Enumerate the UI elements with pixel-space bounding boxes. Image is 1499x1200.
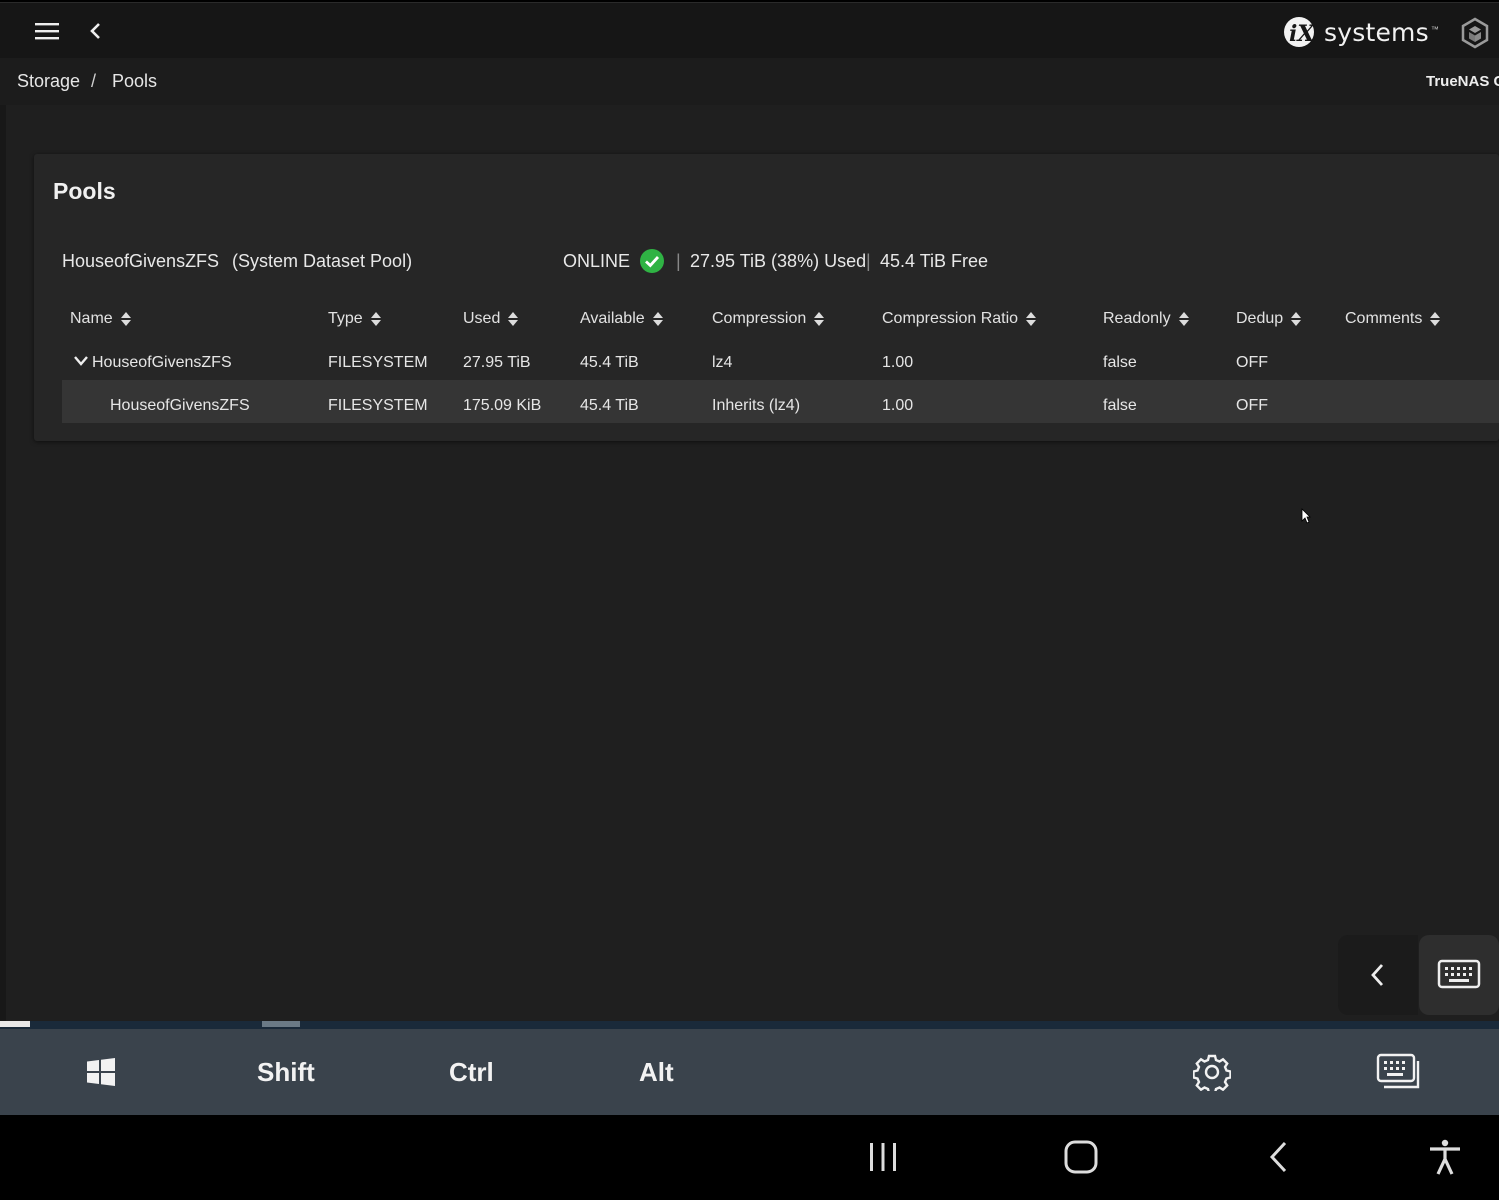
cell-readonly: false (1103, 397, 1137, 414)
sort-arrows-icon (1026, 312, 1037, 326)
keyboard-layout-icon[interactable] (1376, 1053, 1420, 1089)
floating-controls (1338, 935, 1499, 1015)
modifier-key-bar: Shift Ctrl Alt (0, 1029, 1499, 1115)
column-header-type[interactable]: Type (328, 310, 381, 328)
column-label: Type (328, 310, 363, 327)
cell-type: FILESYSTEM (328, 354, 428, 371)
column-label: Compression Ratio (882, 310, 1019, 327)
recent-apps-icon[interactable] (863, 1137, 903, 1177)
column-header-compression[interactable]: Compression (712, 310, 825, 328)
column-header-available[interactable]: Available (580, 310, 663, 328)
cell-compression: Inherits (lz4) (712, 397, 801, 414)
svg-text:iX: iX (1289, 21, 1315, 47)
cell-compression: lz4 (712, 354, 733, 371)
taskbar-strip (0, 1021, 1499, 1029)
sort-arrows-icon (652, 312, 663, 326)
card-title: Pools (53, 178, 116, 204)
pool-free-summary: 45.4 TiB Free (880, 251, 989, 271)
cell-name: HouseofGivensZFS (92, 354, 232, 371)
check-circle-icon (640, 249, 664, 273)
breadcrumb-separator: / (91, 71, 97, 91)
column-header-dedup[interactable]: Dedup (1236, 310, 1302, 328)
chevron-down-icon[interactable] (74, 354, 88, 368)
left-edge-divider (0, 105, 6, 1021)
pool-status: ONLINE (563, 251, 631, 271)
chevron-left-icon[interactable] (86, 20, 106, 42)
cell-readonly: false (1103, 354, 1137, 371)
sort-arrows-icon (370, 312, 381, 326)
pools-card: Pools HouseofGivensZFS (System Dataset P… (34, 154, 1499, 441)
cell-available: 45.4 TiB (580, 354, 639, 371)
column-label: Comments (1345, 310, 1423, 327)
strip-indicator (0, 1021, 30, 1027)
chevron-left-icon (1371, 964, 1384, 986)
cell-compression-ratio: 1.00 (882, 397, 914, 414)
column-label: Name (70, 310, 113, 327)
pipe-divider: | (676, 251, 681, 271)
column-label: Dedup (1236, 310, 1284, 327)
table-row[interactable]: HouseofGivensZFS FILESYSTEM 27.95 TiB 45… (62, 341, 1499, 384)
collapse-toolbar-button[interactable] (1338, 935, 1418, 1015)
android-navigation-bar (0, 1115, 1499, 1200)
sort-arrows-icon (1430, 312, 1441, 326)
breadcrumb-bar: Storage / Pools TrueNAS C (0, 58, 1499, 105)
column-header-readonly[interactable]: Readonly (1103, 310, 1189, 328)
sort-arrows-icon (1291, 312, 1302, 326)
strip-indicator (262, 1021, 300, 1027)
hostname-label: TrueNAS C (1426, 73, 1499, 90)
hamburger-menu-icon[interactable] (34, 21, 60, 41)
ixsystems-logo: iX systems ™ (1282, 15, 1439, 49)
cell-available: 45.4 TiB (580, 397, 639, 414)
keyboard-icon (1437, 959, 1481, 989)
back-icon[interactable] (1259, 1137, 1299, 1177)
column-header-comments[interactable]: Comments (1345, 310, 1441, 328)
alt-key-button[interactable]: Alt (639, 1057, 674, 1088)
cell-used: 175.09 KiB (463, 397, 542, 414)
pool-used-summary: 27.95 TiB (38%) Used (690, 251, 867, 271)
top-app-bar: iX systems ™ (0, 2, 1499, 58)
keyboard-toggle-button[interactable] (1419, 935, 1499, 1015)
column-label: Readonly (1103, 310, 1171, 327)
cell-dedup: OFF (1236, 397, 1268, 414)
sort-arrows-icon (1178, 312, 1189, 326)
breadcrumb-pools: Pools (112, 71, 158, 91)
table-row[interactable]: HouseofGivensZFS FILESYSTEM 175.09 KiB 4… (62, 380, 1499, 423)
cell-dedup: OFF (1236, 354, 1268, 371)
home-icon[interactable] (1061, 1137, 1101, 1177)
pool-role: (System Dataset Pool) (232, 251, 413, 271)
sort-arrows-icon (814, 312, 825, 326)
truenas-logo-icon[interactable] (1460, 17, 1490, 49)
shift-key-button[interactable]: Shift (257, 1057, 315, 1088)
pool-name: HouseofGivensZFS (62, 251, 220, 271)
column-header-name[interactable]: Name (70, 310, 131, 328)
column-label: Used (463, 310, 501, 327)
windows-icon[interactable] (86, 1057, 116, 1087)
cell-used: 27.95 TiB (463, 354, 531, 371)
pipe-divider: | (866, 251, 871, 271)
gear-icon[interactable] (1193, 1053, 1231, 1091)
cell-name: HouseofGivensZFS (110, 397, 250, 414)
trademark-mark: ™ (1430, 25, 1439, 34)
sort-arrows-icon (508, 312, 519, 326)
ctrl-key-button[interactable]: Ctrl (449, 1057, 494, 1088)
ix-logo-mark-icon: iX (1284, 17, 1315, 47)
column-label: Available (580, 310, 645, 327)
column-label: Compression (712, 310, 807, 327)
cell-compression-ratio: 1.00 (882, 354, 914, 371)
cell-type: FILESYSTEM (328, 397, 428, 414)
mouse-cursor-icon (1301, 508, 1311, 524)
column-header-compression-ratio[interactable]: Compression Ratio (882, 310, 1037, 328)
sort-arrows-icon (120, 312, 131, 326)
accessibility-icon[interactable] (1425, 1137, 1465, 1177)
breadcrumb-storage[interactable]: Storage (17, 71, 80, 92)
logo-text: systems (1324, 17, 1429, 47)
column-header-used[interactable]: Used (463, 310, 519, 328)
